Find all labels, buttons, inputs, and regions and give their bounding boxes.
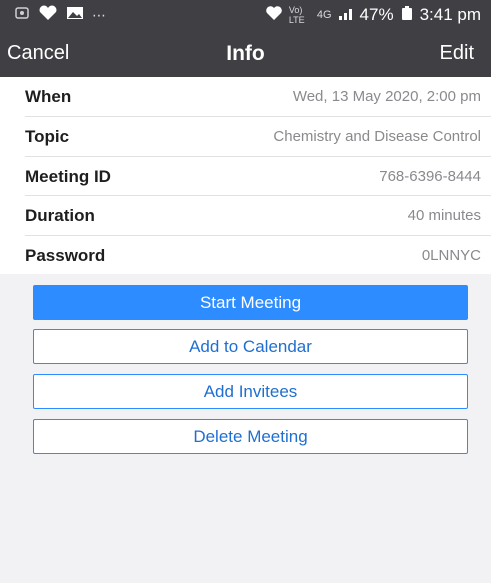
delete-meeting-button[interactable]: Delete Meeting: [33, 419, 468, 454]
meeting-id-label: Meeting ID: [25, 167, 111, 186]
clock: 3:41 pm: [419, 5, 481, 24]
when-row: When Wed, 13 May 2020, 2:00 pm: [0, 77, 491, 116]
battery-percent: 47%: [359, 5, 394, 24]
meeting-details: When Wed, 13 May 2020, 2:00 pm Topic Che…: [0, 77, 491, 274]
status-bar-right: Vo) LTE 4G 47% 3:41 pm: [265, 5, 481, 25]
meeting-id-value: 768-6396-8444: [379, 168, 481, 185]
cancel-button[interactable]: Cancel: [7, 42, 69, 65]
status-bar-left: ⋯: [14, 5, 106, 25]
more-dots-icon: ⋯: [92, 7, 106, 23]
edit-button[interactable]: Edit: [440, 42, 474, 65]
add-to-calendar-button[interactable]: Add to Calendar: [33, 329, 468, 364]
nav-bar: Cancel Info Edit: [0, 30, 491, 77]
topic-row: Topic Chemistry and Disease Control: [0, 117, 491, 156]
duration-label: Duration: [25, 206, 95, 225]
network-type-label: 4G: [316, 9, 332, 21]
notification-icon: [14, 5, 30, 25]
page-title: Info: [226, 42, 265, 65]
status-bar: ⋯ Vo) LTE 4G 47% 3:41 pm: [0, 0, 491, 30]
password-row: Password 0LNNYC: [0, 236, 491, 275]
image-icon: [66, 5, 84, 25]
topic-label: Topic: [25, 127, 70, 146]
start-meeting-button[interactable]: Start Meeting: [33, 285, 468, 320]
topic-value: Chemistry and Disease Control: [273, 128, 481, 145]
heart-app-icon: [38, 5, 58, 25]
meeting-id-row: Meeting ID 768-6396-8444: [0, 157, 491, 196]
signal-icon: [338, 6, 354, 24]
add-invitees-button[interactable]: Add Invitees: [33, 374, 468, 409]
password-value: 0LNNYC: [421, 247, 481, 264]
password-label: Password: [25, 246, 106, 265]
volte-icon: Vo) LTE: [288, 5, 305, 25]
battery-icon: [400, 5, 414, 25]
when-value: Wed, 13 May 2020, 2:00 pm: [292, 88, 481, 105]
duration-value: 40 minutes: [407, 207, 481, 224]
duration-row: Duration 40 minutes: [0, 196, 491, 235]
when-label: When: [25, 87, 72, 106]
vibrate-icon: [265, 5, 283, 25]
